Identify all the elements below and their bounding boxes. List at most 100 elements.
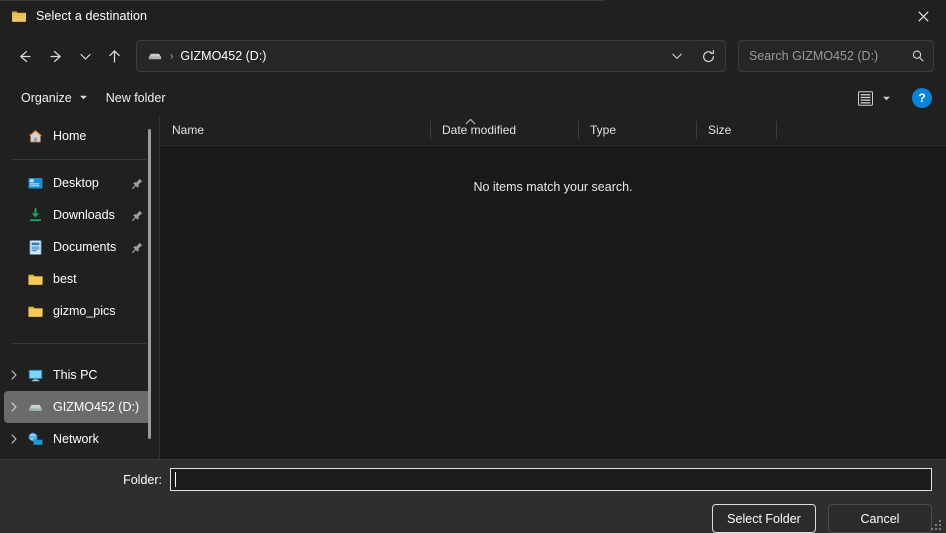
search-placeholder: Search GIZMO452 (D:): [749, 49, 879, 63]
file-list[interactable]: No items match your search.: [160, 146, 946, 459]
refresh-button[interactable]: [692, 40, 726, 72]
sort-ascending-icon: [465, 118, 476, 127]
downloads-icon: [24, 207, 46, 224]
new-folder-label: New folder: [105, 91, 166, 105]
chevron-down-icon: [882, 94, 891, 103]
chevron-right-icon[interactable]: [4, 402, 24, 412]
cancel-button[interactable]: Cancel: [828, 504, 932, 533]
chevron-right-icon[interactable]: [4, 434, 24, 444]
breadcrumb[interactable]: › GIZMO452 (D:): [147, 48, 662, 64]
text-caret: [175, 472, 176, 487]
search-input[interactable]: Search GIZMO452 (D:): [738, 40, 934, 72]
column-header-extra[interactable]: [776, 115, 946, 145]
sidebar-item-label: Documents: [53, 240, 117, 254]
network-icon: [24, 431, 46, 448]
folder-input[interactable]: [170, 468, 932, 491]
documents-icon: [24, 239, 46, 256]
drive-icon: [147, 48, 163, 64]
sidebar-item-home[interactable]: Home: [4, 120, 150, 152]
sidebar-item-label: This PC: [53, 368, 98, 382]
select-folder-button[interactable]: Select Folder: [712, 504, 816, 533]
recent-locations-button[interactable]: [72, 40, 98, 72]
breadcrumb-separator: ›: [170, 50, 174, 62]
sidebar-item-label: Desktop: [53, 176, 99, 190]
sidebar-item-downloads[interactable]: Downloads: [4, 199, 150, 231]
sidebar-item-label: Downloads: [53, 208, 115, 222]
home-icon: [24, 128, 46, 145]
resize-grip[interactable]: [931, 518, 943, 530]
column-header-label: Type: [590, 123, 617, 137]
sidebar-item-network[interactable]: Network: [4, 423, 150, 455]
sidebar-item-documents[interactable]: Documents: [4, 231, 150, 263]
sidebar-item-gizmo-pics[interactable]: gizmo_pics: [4, 295, 150, 327]
organize-button[interactable]: Organize: [12, 84, 97, 112]
breadcrumb-bar[interactable]: › GIZMO452 (D:): [136, 40, 693, 72]
list-view-icon: [857, 90, 874, 106]
breadcrumb-dropdown-button[interactable]: [662, 41, 692, 71]
sidebar-item-label: Home: [53, 129, 87, 143]
sidebar-item-label: GIZMO452 (D:): [53, 400, 140, 414]
dialog-body: Home Desktop Downloads Documents best gi…: [0, 116, 946, 459]
sidebar-separator: [12, 343, 146, 344]
pin-icon[interactable]: [131, 209, 144, 222]
sidebar-item-this-pc[interactable]: This PC: [4, 359, 150, 391]
forward-button[interactable]: [40, 40, 72, 72]
sidebar-separator: [12, 159, 146, 160]
close-button[interactable]: [900, 0, 946, 32]
file-picker-dialog: Select a destination › GIZMO452 (D:) Sea…: [0, 0, 946, 533]
sidebar-item-desktop[interactable]: Desktop: [4, 167, 150, 199]
pin-icon[interactable]: [131, 241, 144, 254]
column-header-name[interactable]: Name: [160, 115, 430, 145]
window-title: Select a destination: [36, 9, 148, 23]
chevron-down-icon: [79, 53, 91, 60]
arrow-up-icon: [108, 49, 120, 63]
column-header-label: Name: [172, 123, 205, 137]
navigation-bar: › GIZMO452 (D:) Search GIZMO452 (D:): [0, 32, 946, 80]
column-header-date-modified[interactable]: Date modified: [430, 115, 578, 145]
sidebar-scrollbar[interactable]: [148, 129, 151, 439]
dialog-button-row: Select Folder Cancel: [0, 491, 946, 533]
sidebar-item-label: Network: [53, 432, 99, 446]
folder-icon: [11, 8, 27, 24]
column-header-label: Size: [708, 123, 732, 137]
folder-icon: [24, 271, 46, 288]
title-bar: Select a destination: [0, 0, 946, 32]
this-pc-icon: [24, 367, 46, 384]
back-button[interactable]: [8, 40, 40, 72]
file-list-pane: Name Date modified Type Size No items ma…: [160, 116, 946, 459]
pin-icon[interactable]: [131, 177, 144, 190]
window-top-highlight: [0, 0, 605, 1]
sidebar-item-best[interactable]: best: [4, 263, 150, 295]
search-icon[interactable]: [911, 49, 925, 63]
up-button[interactable]: [98, 40, 130, 72]
drive-icon: [24, 399, 46, 416]
folder-name-row: Folder:: [0, 460, 946, 491]
sidebar-item-label: best: [53, 272, 77, 286]
chevron-down-icon: [79, 93, 88, 104]
command-bar: Organize New folder ?: [0, 80, 946, 116]
organize-label: Organize: [21, 91, 72, 105]
dialog-footer: Folder: Select Folder Cancel: [0, 459, 946, 533]
chevron-down-icon: [672, 53, 682, 59]
arrow-right-icon: [49, 50, 61, 62]
folder-label: Folder:: [123, 472, 162, 487]
column-header-size[interactable]: Size: [696, 115, 776, 145]
column-header-label: Date modified: [442, 123, 517, 137]
view-options-button[interactable]: [850, 84, 898, 112]
desktop-icon: [24, 175, 46, 192]
cancel-label: Cancel: [860, 511, 900, 526]
column-header-type[interactable]: Type: [578, 115, 696, 145]
sidebar-item-gizmo452-d[interactable]: GIZMO452 (D:): [4, 391, 150, 423]
arrow-left-icon: [19, 50, 31, 62]
new-folder-button[interactable]: New folder: [97, 84, 175, 112]
breadcrumb-path[interactable]: GIZMO452 (D:): [180, 49, 266, 63]
help-button[interactable]: ?: [912, 88, 932, 108]
select-folder-label: Select Folder: [727, 511, 801, 526]
sidebar-item-label: gizmo_pics: [53, 304, 116, 318]
help-label: ?: [918, 91, 926, 105]
navigation-pane: Home Desktop Downloads Documents best gi…: [0, 116, 160, 459]
column-header-row: Name Date modified Type Size: [160, 116, 946, 146]
empty-state-message: No items match your search.: [473, 180, 633, 194]
refresh-icon: [703, 49, 715, 62]
chevron-right-icon[interactable]: [4, 370, 24, 380]
